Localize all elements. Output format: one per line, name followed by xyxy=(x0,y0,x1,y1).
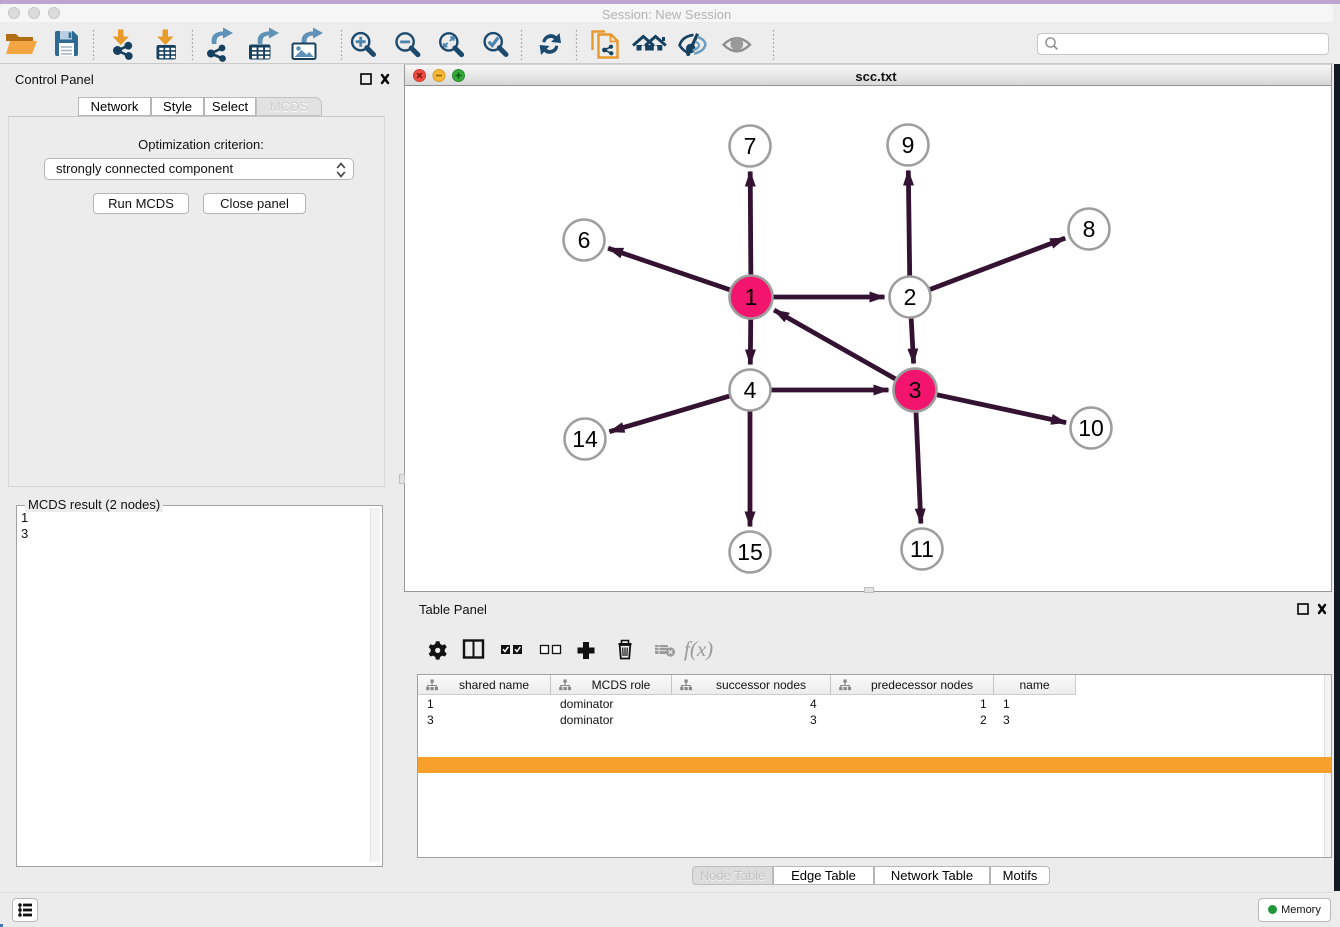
svg-text:6: 6 xyxy=(578,227,591,253)
svg-text:15: 15 xyxy=(737,539,763,565)
svg-text:8: 8 xyxy=(1083,216,1096,242)
svg-text:4: 4 xyxy=(744,377,757,403)
svg-text:9: 9 xyxy=(902,132,915,158)
svg-text:14: 14 xyxy=(572,426,598,452)
svg-text:11: 11 xyxy=(910,536,934,562)
svg-text:2: 2 xyxy=(904,284,917,310)
svg-text:3: 3 xyxy=(909,377,922,403)
svg-text:1: 1 xyxy=(745,284,758,310)
svg-text:10: 10 xyxy=(1078,415,1104,441)
svg-text:f(x): f(x) xyxy=(684,637,713,661)
svg-text:7: 7 xyxy=(744,133,757,159)
